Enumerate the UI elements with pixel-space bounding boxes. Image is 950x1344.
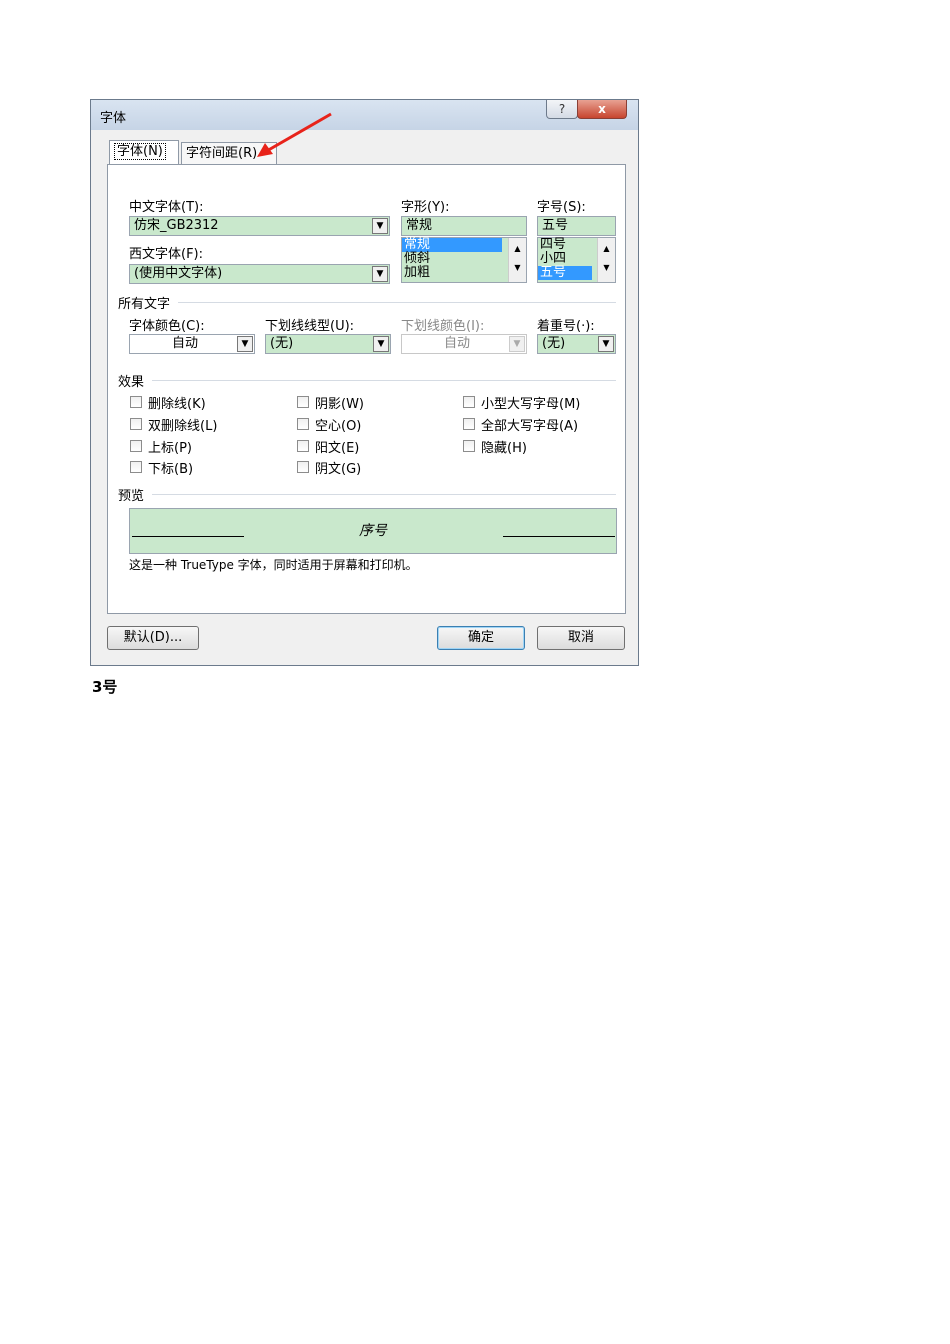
shadow-checkbox[interactable] [297,396,309,408]
underline-type-label: 下划线线型(U): [265,319,355,334]
small-caps-checkbox[interactable] [463,396,475,408]
underline-type-value: (无) [270,336,294,351]
emphasis-combo[interactable]: (无) ▼ [537,334,616,354]
western-font-label: 西文字体(F): [129,247,204,262]
all-text-heading: 所有文字 [118,297,171,312]
superscript-checkbox[interactable] [130,440,142,452]
tab-font-label: 字体(N) [114,143,166,160]
title-bar: 字体 ? x [91,100,638,130]
all-caps-checkbox[interactable] [463,418,475,430]
chevron-down-icon[interactable]: ▼ [237,336,253,352]
preview-sample-text: 序号 [359,523,387,539]
subscript-checkbox[interactable] [130,461,142,473]
superscript-label: 上标(P) [148,441,192,456]
section-divider [152,494,616,495]
underline-color-value: 自动 [443,336,470,351]
underline-color-label: 下划线颜色(I): [401,319,485,334]
tab-font[interactable]: 字体(N) [109,140,179,164]
outline-checkbox[interactable] [297,418,309,430]
help-button[interactable]: ? [546,100,578,119]
preview-heading: 预览 [118,489,145,504]
emboss-label: 阳文(E) [315,441,360,456]
style-label: 字形(Y): [401,200,450,215]
caption-text: 3号 [92,678,118,696]
engrave-label: 阴文(G) [315,462,362,477]
chinese-font-label: 中文字体(T): [129,200,204,215]
font-color-label: 字体颜色(C): [129,319,205,334]
chevron-down-icon[interactable]: ▼ [509,336,525,352]
section-divider [178,302,616,303]
set-default-button[interactable]: 默认(D)... [107,626,199,650]
emboss-checkbox[interactable] [297,440,309,452]
chinese-font-combo[interactable]: 仿宋_GB2312 ▼ [129,216,390,236]
font-color-value: 自动 [171,336,198,351]
effects-heading: 效果 [118,375,145,390]
hidden-checkbox[interactable] [463,440,475,452]
underline-type-combo[interactable]: (无) ▼ [265,334,391,354]
font-color-combo[interactable]: 自动 ▼ [129,334,255,354]
style-option[interactable]: 常规 [402,238,502,252]
western-font-combo[interactable]: (使用中文字体) ▼ [129,264,390,284]
preview-description: 这是一种 TrueType 字体，同时适用于屏幕和打印机。 [129,558,418,572]
all-caps-label: 全部大写字母(A) [481,419,579,434]
chevron-down-icon[interactable]: ▼ [373,336,389,352]
cancel-button[interactable]: 取消 [537,626,625,650]
style-value: 常规 [406,218,433,233]
size-value: 五号 [542,218,569,233]
style-input[interactable]: 常规 [401,216,527,236]
emphasis-value: (无) [542,336,566,351]
red-arrow-icon [257,112,332,157]
size-option[interactable]: 五号 [538,266,592,280]
style-scrollbar[interactable]: ▲ ▼ [508,238,526,282]
outline-label: 空心(O) [315,419,362,434]
hidden-label: 隐藏(H) [481,441,527,456]
strikethrough-label: 删除线(K) [148,397,206,412]
shadow-label: 阴影(W) [315,397,364,412]
strikethrough-checkbox[interactable] [130,396,142,408]
chevron-down-icon[interactable]: ▼ [598,336,614,352]
preview-box: 序号 [129,508,617,554]
close-button[interactable]: x [577,100,627,119]
underline-color-combo[interactable]: 自动 ▼ [401,334,527,354]
size-label: 字号(S): [537,200,586,215]
small-caps-label: 小型大写字母(M) [481,397,581,412]
preview-line-right [503,536,615,537]
section-divider [152,380,616,381]
style-listbox[interactable]: 常规 倾斜 加粗 ▲ ▼ [401,237,527,283]
ok-button[interactable]: 确定 [437,626,525,650]
size-listbox[interactable]: 四号 小四 五号 ▲ ▼ [537,237,616,283]
size-input[interactable]: 五号 [537,216,616,236]
size-scrollbar[interactable]: ▲ ▼ [597,238,615,282]
chevron-down-icon[interactable]: ▼ [372,266,388,282]
font-dialog: 字体 ? x 字体(N) 字符间距(R) 中文字体(T): 仿宋_GB2312 … [90,99,639,666]
emphasis-label: 着重号(·): [537,319,595,334]
chinese-font-value: 仿宋_GB2312 [134,218,219,233]
engrave-checkbox[interactable] [297,461,309,473]
dialog-title: 字体 [100,111,127,126]
western-font-value: (使用中文字体) [134,266,223,281]
chevron-down-icon[interactable]: ▼ [372,218,388,234]
double-strikethrough-checkbox[interactable] [130,418,142,430]
subscript-label: 下标(B) [148,462,194,477]
double-strikethrough-label: 双删除线(L) [148,419,218,434]
tab-character-spacing-label: 字符间距(R) [186,146,258,161]
